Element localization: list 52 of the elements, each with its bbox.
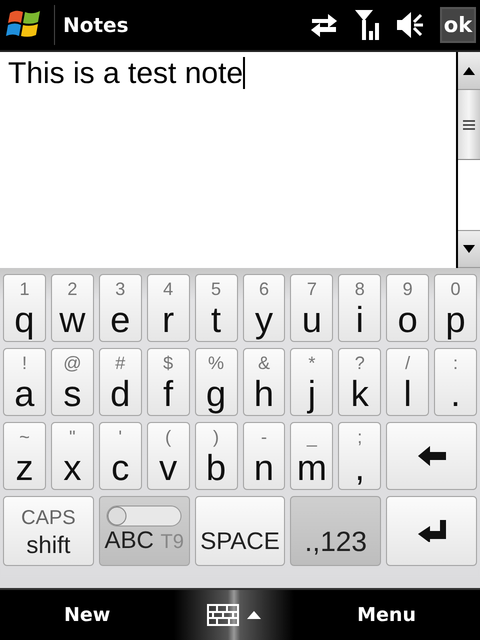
- signal-icon: [354, 9, 380, 41]
- note-text: This is a test note: [8, 57, 244, 90]
- keyboard-key[interactable]: & h: [242, 348, 286, 416]
- keyboard-key[interactable]: 4 r: [146, 274, 190, 342]
- backspace-key[interactable]: [386, 422, 477, 490]
- keyboard-key[interactable]: 8 i: [338, 274, 382, 342]
- keyboard-key[interactable]: 9 o: [386, 274, 430, 342]
- toggle-switch-icon: [106, 505, 182, 527]
- window-title: Notes: [63, 12, 130, 39]
- keyboard-key[interactable]: ) b: [194, 422, 238, 490]
- keyboard-key[interactable]: ~ z: [3, 422, 46, 490]
- keyboard-key[interactable]: % g: [194, 348, 238, 416]
- keyboard-key[interactable]: # d: [98, 348, 142, 416]
- sync-arrows-icon: [310, 11, 338, 39]
- keyboard-key[interactable]: 6 y: [242, 274, 286, 342]
- keyboard-key[interactable]: 7 u: [290, 274, 334, 342]
- keyboard-icon: [206, 604, 239, 626]
- space-key[interactable]: SPACE: [194, 496, 286, 566]
- keyboard-key[interactable]: ; ,: [338, 422, 382, 490]
- scroll-down-icon: [463, 245, 475, 253]
- keyboard-key[interactable]: - n: [242, 422, 286, 490]
- keyboard-key[interactable]: ? k: [338, 348, 382, 416]
- keyboard-key[interactable]: : .: [434, 348, 477, 416]
- scrollbar[interactable]: [456, 52, 480, 268]
- keyboard-key[interactable]: _ m: [290, 422, 334, 490]
- keyboard-key[interactable]: 1 q: [3, 274, 46, 342]
- keyboard-key[interactable]: " x: [50, 422, 94, 490]
- left-arrow-icon: [418, 446, 446, 466]
- menu-softkey[interactable]: Menu: [351, 600, 432, 630]
- keyboard-key[interactable]: $ f: [146, 348, 190, 416]
- grip-icon: [463, 120, 475, 130]
- keyboard-key[interactable]: ( v: [146, 422, 190, 490]
- new-softkey[interactable]: New: [48, 600, 116, 630]
- scroll-up-icon[interactable]: [463, 66, 475, 74]
- up-caret-icon: [246, 611, 261, 619]
- enter-arrow-icon: [418, 520, 446, 542]
- keyboard-key[interactable]: ' c: [98, 422, 142, 490]
- keyboard-key[interactable]: 3 e: [98, 274, 142, 342]
- keyboard-key[interactable]: 2 w: [50, 274, 94, 342]
- keyboard-key[interactable]: @ s: [50, 348, 94, 416]
- enter-key[interactable]: [386, 496, 477, 566]
- keyboard-key[interactable]: 0 p: [434, 274, 477, 342]
- keyboard-key[interactable]: 5 t: [194, 274, 238, 342]
- text-cursor: [243, 57, 246, 89]
- ok-button[interactable]: ok: [440, 7, 476, 43]
- shift-key[interactable]: CAPS shift: [3, 496, 94, 566]
- input-mode-key[interactable]: ABC T9: [98, 496, 190, 566]
- symbols-key[interactable]: .,123: [290, 496, 382, 566]
- speaker-icon: [396, 10, 424, 40]
- keyboard-key[interactable]: * j: [290, 348, 334, 416]
- keyboard-key[interactable]: / l: [386, 348, 430, 416]
- keyboard-key[interactable]: ! a: [3, 348, 46, 416]
